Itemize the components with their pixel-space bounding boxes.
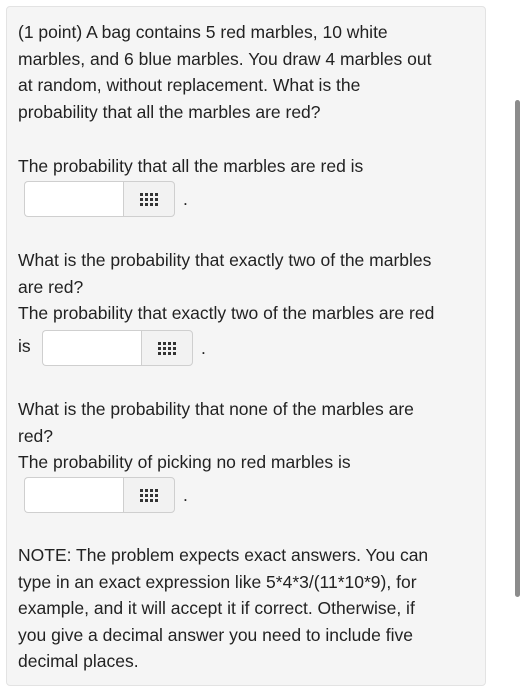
q2-prompt: The probability that exactly two of the … <box>18 303 435 323</box>
q2-question: What is the probability that exactly two… <box>18 247 478 327</box>
note-line: type in an exact expression like 5*4*3/(… <box>18 571 417 592</box>
answer-row-3: . <box>24 476 188 514</box>
question-line: What is the probability that none of the… <box>18 399 414 419</box>
grid-icon <box>140 192 158 206</box>
answer-input-2[interactable] <box>42 330 141 366</box>
note-line: example, and it will accept it if correc… <box>18 598 415 618</box>
question-line: red? <box>18 425 54 446</box>
problem-statement: (1 point) A bag contains 5 red marbles, … <box>18 19 478 125</box>
equation-palette-button-1[interactable] <box>123 181 175 217</box>
note-text: NOTE: The problem expects exact answers.… <box>18 542 478 675</box>
problem-line: probability that all the marbles are red… <box>18 101 321 122</box>
scrollbar[interactable] <box>510 0 524 693</box>
answer-period: . <box>201 338 206 358</box>
question-line: What is the probability that exactly two… <box>18 250 432 270</box>
q1-prompt: The probability that all the marbles are… <box>18 156 364 176</box>
equation-palette-button-3[interactable] <box>123 477 175 513</box>
answer-input-1[interactable] <box>24 181 123 217</box>
note-line: decimal places. <box>18 651 139 671</box>
q3-question: What is the probability that none of the… <box>18 396 478 476</box>
answer-row-1: . <box>24 180 188 218</box>
grid-icon <box>140 488 158 502</box>
scrollbar-thumb[interactable] <box>515 100 520 597</box>
q3-prompt: The probability of picking no red marble… <box>18 452 351 472</box>
problem-line: at random, without replacement. What is … <box>18 75 361 95</box>
problem-line: marbles, and 6 blue marbles. You draw 4 … <box>18 48 432 69</box>
answer-period: . <box>183 485 188 505</box>
grid-icon <box>158 341 176 355</box>
question-line: are red? <box>18 276 84 297</box>
answer-period: . <box>183 189 188 209</box>
note-line: you give a decimal answer you need to in… <box>18 624 413 645</box>
problem-line: (1 point) A bag contains 5 red marbles, … <box>18 22 388 42</box>
answer-input-3[interactable] <box>24 477 123 513</box>
answer-row-2: . <box>42 329 206 367</box>
equation-palette-button-2[interactable] <box>141 330 193 366</box>
note-line: NOTE: The problem expects exact answers.… <box>18 545 429 565</box>
